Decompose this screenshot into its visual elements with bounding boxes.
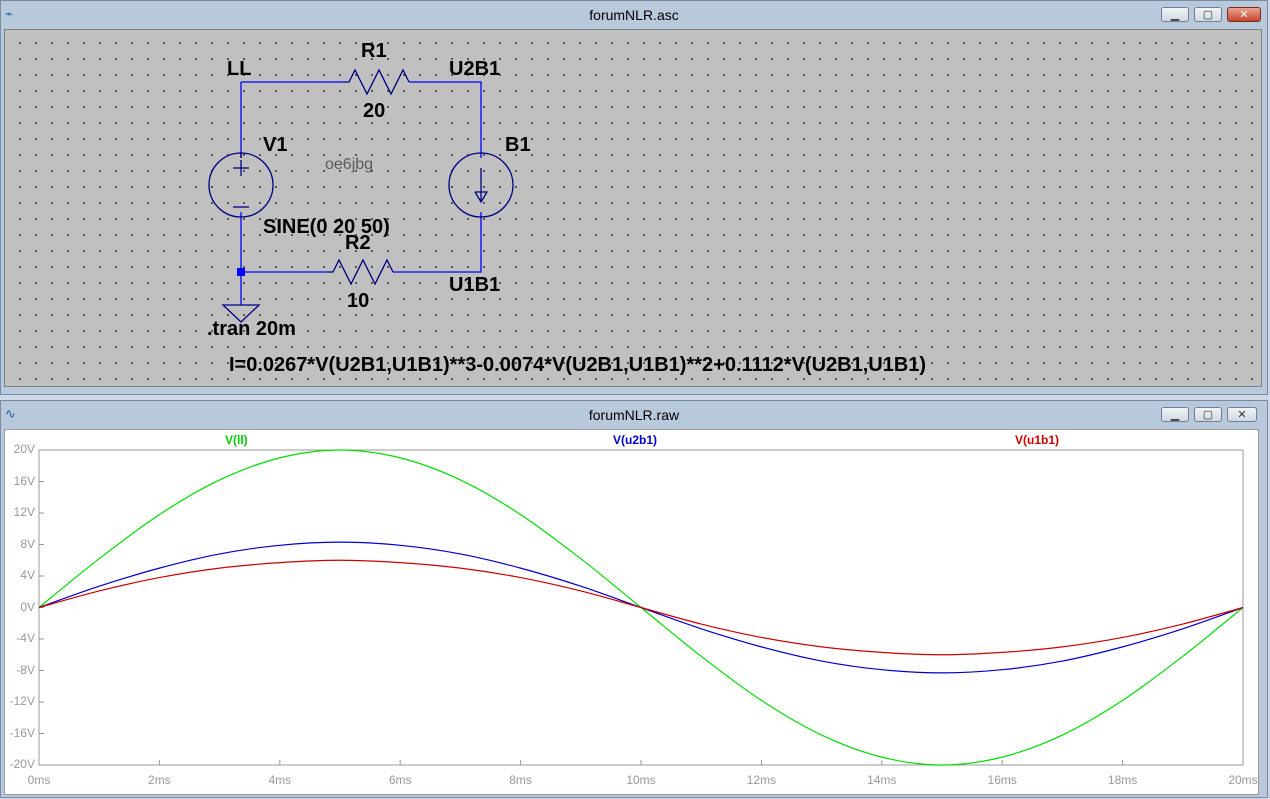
r1-name[interactable]: R1 (361, 40, 387, 63)
junction-dot (237, 268, 245, 276)
v1-value[interactable]: SINE(0 20 50) (263, 216, 390, 239)
waveform-window: ∿ forumNLR.raw ▁ ▢ ✕ V(ll) V(u2b1) V(u1b… (0, 400, 1268, 798)
close-button[interactable]: ✕ (1227, 407, 1257, 422)
b1-current-source-symbol[interactable] (448, 152, 514, 218)
series-line-2[interactable] (38, 559, 1244, 656)
wire-r2-b1[interactable] (393, 212, 482, 273)
minimize-button[interactable]: ▁ (1161, 407, 1189, 422)
v1-voltage-source-symbol[interactable] (208, 152, 274, 218)
waveform-titlebar[interactable]: ∿ forumNLR.raw ▁ ▢ ✕ (1, 401, 1267, 429)
minimize-button[interactable]: ▁ (1161, 7, 1189, 22)
r2-name[interactable]: R2 (345, 232, 371, 255)
schematic-titlebar[interactable]: ⌁ forumNLR.asc ▁ ▢ ✕ (1, 1, 1267, 29)
schematic-canvas[interactable]: LL R1 U2B1 20 V1 oe6jbg B1 SINE(0 20 50)… (4, 29, 1262, 387)
wire-r1-b1[interactable] (409, 81, 482, 158)
node-label-u2b1[interactable]: U2B1 (449, 58, 500, 81)
b1-name[interactable]: B1 (505, 134, 531, 157)
r1-resistor-symbol[interactable] (343, 68, 410, 96)
waveform-plot-area[interactable]: V(ll) V(u2b1) V(u1b1) 20V 16V 12V 8V 4V 0V -4V… (4, 429, 1259, 795)
schematic-drawing (208, 68, 514, 323)
waveform-chart (38, 449, 1244, 766)
tran-directive[interactable]: .tran 20m (207, 318, 296, 341)
node-label-u1b1[interactable]: U1B1 (449, 274, 500, 297)
maximize-button[interactable]: ▢ (1194, 7, 1222, 22)
r2-resistor-symbol[interactable] (327, 258, 394, 286)
waveform-window-title: forumNLR.raw (588, 407, 680, 423)
b1-expression[interactable]: I=0.0267*V(U2B1,U1B1)**3-0.0074*V(U2B1,U… (229, 354, 926, 377)
schematic-window: ⌁ forumNLR.asc ▁ ▢ ✕ LL R1 U2B1 20 V1 oe… (0, 0, 1268, 395)
close-button[interactable]: ✕ (1227, 7, 1261, 22)
v1-name[interactable]: V1 (263, 134, 287, 157)
r2-value[interactable]: 10 (347, 290, 369, 313)
node-label-ll[interactable]: LL (227, 58, 251, 81)
schematic-window-title: forumNLR.asc (589, 7, 679, 23)
watermark-text: oe6jbg (325, 156, 374, 173)
maximize-button[interactable]: ▢ (1194, 407, 1222, 422)
r1-value[interactable]: 20 (363, 100, 385, 123)
